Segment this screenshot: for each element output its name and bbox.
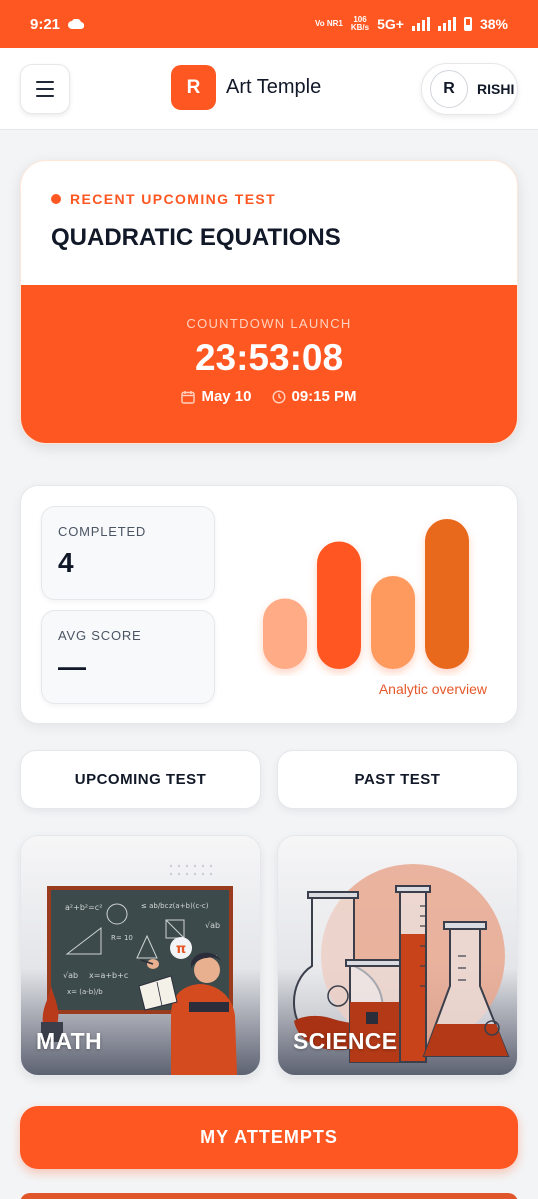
avg-score-stat: AVG SCORE —	[41, 610, 215, 704]
science-subject-card[interactable]: SCIENCE	[277, 835, 518, 1076]
dot-icon	[51, 194, 61, 204]
brand: R Art Temple	[171, 65, 321, 110]
countdown-label: COUNTDOWN LAUNCH	[186, 316, 352, 331]
svg-text:z(a+b)(c-c): z(a+b)(c-c)	[169, 902, 209, 910]
brand-logo: R	[171, 65, 216, 110]
app-header: R Art Temple R RISHI	[0, 48, 538, 130]
avg-score-label: AVG SCORE	[58, 628, 142, 643]
brand-name: Art Temple	[226, 76, 322, 98]
my-attempts-button[interactable]: MY ATTEMPTS	[20, 1106, 518, 1169]
next-section-peek	[20, 1193, 518, 1199]
countdown-timer: 23:53:08	[194, 337, 344, 378]
battery-icon	[463, 17, 472, 31]
avatar: R	[430, 70, 468, 108]
completed-label: COMPLETED	[58, 524, 147, 539]
upcoming-test-tab[interactable]: UPCOMING TEST	[20, 750, 261, 809]
past-test-tab[interactable]: PAST TEST	[277, 750, 518, 809]
svg-text:π: π	[176, 942, 186, 957]
countdown-panel: COUNTDOWN LAUNCH 23:53:08 May 10 09:15 P…	[21, 285, 517, 443]
upcoming-test-card[interactable]: RECENT UPCOMING TEST QUADRATIC EQUATIONS…	[20, 160, 518, 444]
calendar-icon	[181, 390, 196, 404]
test-title: QUADRATIC EQUATIONS	[51, 224, 341, 251]
test-date: May 10	[181, 388, 252, 405]
profile-name: RISHI	[477, 81, 515, 97]
math-label: MATH	[36, 1028, 102, 1054]
hamburger-icon	[36, 81, 54, 83]
svg-text:x= (a-b)/b: x= (a-b)/b	[67, 988, 103, 996]
completed-value: 4	[58, 547, 74, 578]
test-time: 09:15 PM	[271, 388, 357, 405]
analytic-overview-label: Analytic overview	[378, 681, 487, 697]
battery-level: 38%	[479, 16, 508, 32]
status-bar: 9:21 Vo NR1 106 KB/s 5G+ 38%	[0, 0, 538, 48]
network-speed: 106 KB/s	[350, 15, 370, 32]
network-type: 5G+	[377, 16, 404, 32]
stats-card: COMPLETED 4 AVG SCORE — Analytic overvie…	[20, 485, 518, 724]
svg-text:√ab: √ab	[63, 971, 78, 980]
svg-text:a²+b²=c²: a²+b²=c²	[65, 903, 102, 912]
completed-stat: COMPLETED 4	[41, 506, 215, 600]
svg-text:√ab: √ab	[205, 921, 220, 930]
volte-indicator: Vo NR1	[315, 19, 343, 28]
analytic-chart	[263, 519, 469, 669]
clock-icon	[271, 389, 286, 404]
profile-button[interactable]: R RISHI	[421, 63, 518, 115]
recent-test-label: RECENT UPCOMING TEST	[51, 191, 487, 207]
cloud-icon	[68, 16, 85, 33]
svg-text:R= 10: R= 10	[111, 934, 133, 942]
svg-text:≤ ab/bc: ≤ ab/bc	[141, 902, 169, 910]
math-subject-card[interactable]: a²+b²=c² ≤ ab/bc z(a+b)(c-c) √ab R= 10 √…	[20, 835, 261, 1076]
clock: 9:21	[30, 15, 61, 33]
signal-icon-2	[437, 17, 456, 31]
svg-text:x=a+b+c: x=a+b+c	[89, 971, 128, 980]
chart-bar-1	[263, 598, 307, 669]
avg-score-value: —	[58, 651, 86, 682]
chart-bar-3	[371, 576, 415, 669]
chart-bar-2	[317, 541, 361, 669]
menu-button[interactable]	[20, 64, 70, 114]
signal-icon	[411, 17, 430, 31]
science-label: SCIENCE	[293, 1028, 398, 1054]
chart-bar-4	[425, 519, 469, 669]
